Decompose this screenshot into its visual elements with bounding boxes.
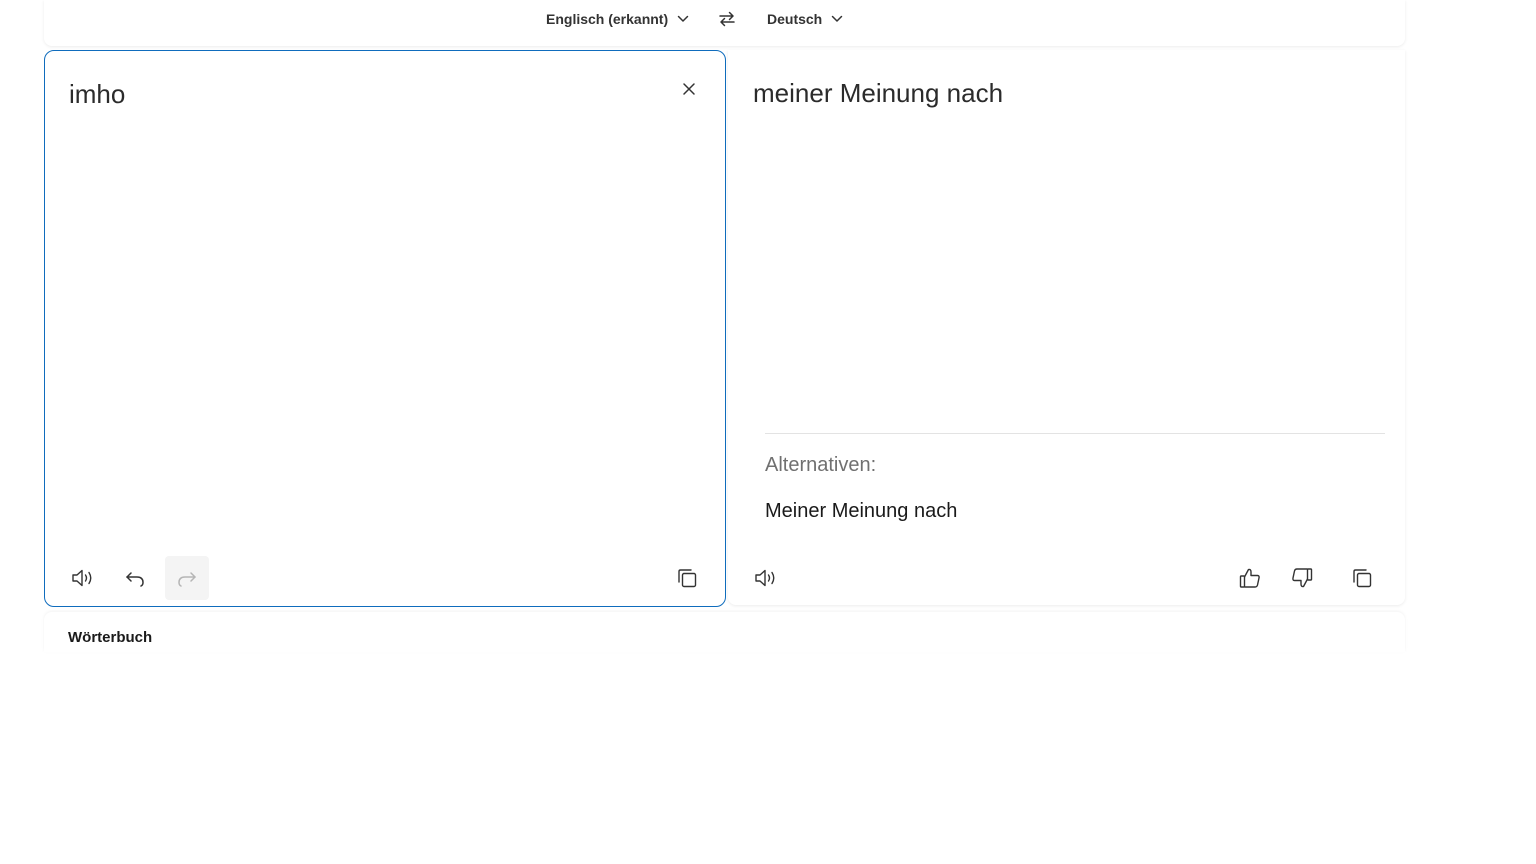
undo-button[interactable]: [113, 556, 157, 600]
redo-button[interactable]: [165, 556, 209, 600]
translation-output: meiner Meinung nach: [753, 78, 1004, 108]
copy-translation-button[interactable]: [1340, 556, 1384, 600]
target-language-button[interactable]: Deutsch: [767, 10, 844, 28]
copy-icon: [675, 566, 699, 590]
clear-source-button[interactable]: [677, 77, 701, 101]
source-language-button[interactable]: Englisch (erkannt): [546, 10, 690, 28]
alternative-item[interactable]: Meiner Meinung nach: [765, 500, 957, 523]
source-listen-button[interactable]: [61, 556, 105, 600]
speaker-icon: [71, 567, 95, 589]
swap-languages-button[interactable]: [715, 6, 739, 32]
source-text-panel[interactable]: imho: [44, 50, 726, 607]
source-text-input[interactable]: imho: [69, 79, 125, 110]
target-listen-button[interactable]: [744, 556, 788, 600]
target-text-panel: meiner Meinung nach Alternativen: Meiner…: [728, 50, 1405, 605]
chevron-down-icon: [676, 12, 690, 26]
close-icon: [681, 81, 697, 97]
dictionary-section: Wörterbuch: [44, 612, 1405, 652]
swap-arrows-icon: [717, 9, 737, 29]
redo-icon: [176, 568, 198, 588]
thumbs-up-button[interactable]: [1228, 556, 1272, 600]
language-bar: Englisch (erkannt) Deutsch: [44, 0, 1405, 46]
dictionary-title: Wörterbuch: [68, 629, 153, 646]
alternatives-label: Alternativen:: [765, 454, 877, 476]
copy-icon: [1350, 566, 1374, 590]
undo-icon: [124, 568, 146, 588]
thumbs-up-icon: [1238, 566, 1262, 590]
speaker-icon: [754, 567, 778, 589]
copy-source-button[interactable]: [665, 556, 709, 600]
target-language-label: Deutsch: [767, 11, 823, 27]
source-language-label: Englisch (erkannt): [546, 11, 669, 27]
thumbs-down-icon: [1290, 566, 1314, 590]
chevron-down-icon: [830, 12, 844, 26]
thumbs-down-button[interactable]: [1280, 556, 1324, 600]
alternatives-divider: [765, 433, 1385, 434]
